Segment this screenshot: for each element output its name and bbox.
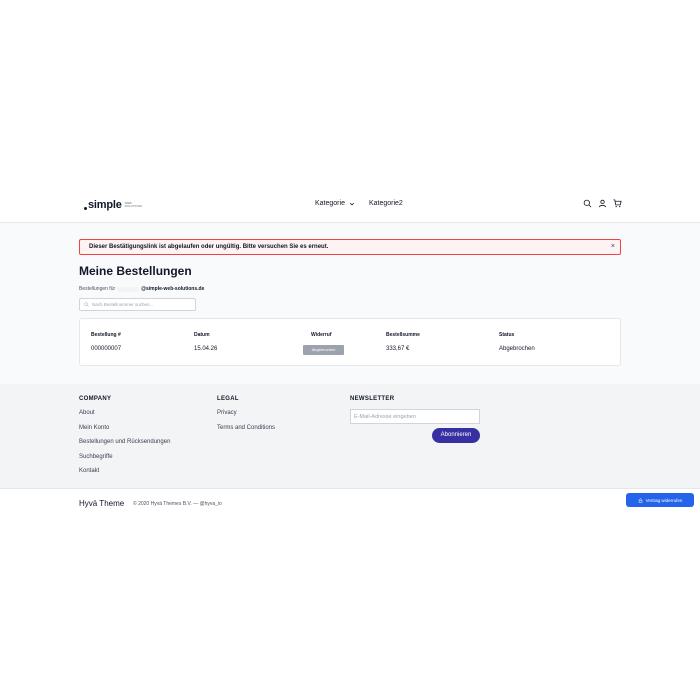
footer-link-contact[interactable]: Kontakt [79,468,99,474]
subscribe-button[interactable]: Abonnieren [432,428,480,443]
copyright-text: © 2020 Hyvä Themes B.V. — @hyva_io [133,501,222,507]
chevron-down-icon [349,202,355,205]
nav-item-kategorie2[interactable]: Kategorie2 [369,200,403,207]
header-icons [583,199,622,208]
orders-for-line: Bestellungen für @simple-web-solutions.d… [79,286,204,292]
footer-link-terms[interactable]: Terms and Conditions [217,425,275,431]
logo-sub-line2: solutions [124,204,142,208]
brand-name: Hyvä Theme [79,499,125,508]
withdraw-label: Vertrag widerrufen [645,497,683,503]
search-icon[interactable] [583,199,592,208]
site-footer: COMPANY About Mein Konto Bestellungen un… [0,384,700,488]
order-date: 15.04.26 [194,346,218,352]
column-header-order: Bestellung # [91,332,121,338]
order-search [79,298,196,311]
column-header-status: Status [499,332,515,338]
footer-link-about[interactable]: About [79,410,95,416]
alert-message: Dieser Bestätigungslink ist abgelaufen o… [89,244,329,250]
column-header-total: Bestellsumme [386,332,420,338]
nav-item-label: Kategorie [315,200,345,207]
footer-link-orders-returns[interactable]: Bestellungen und Rücksendungen [79,439,170,445]
footer-legal-title: LEGAL [217,396,239,402]
cart-icon[interactable] [613,199,622,208]
orders-table: Bestellung # Datum Widerruf Bestellsumme… [79,318,621,366]
footer-bottom-bar: Hyvä Theme © 2020 Hyvä Themes B.V. — @hy… [0,488,700,518]
user-icon[interactable] [598,199,607,208]
logo-dot [84,206,87,210]
logo-word: simple [88,199,122,211]
site-header: simple web solutions Kategorie Kategorie… [0,190,700,223]
error-alert: Dieser Bestätigungslink ist abgelaufen o… [79,239,621,255]
column-header-date: Datum [194,332,210,338]
email-domain: @simple-web-solutions.de [141,286,205,292]
redacted-name [117,286,140,292]
revocation-button[interactable]: Abgebrochen [303,345,344,355]
withdraw-contract-button[interactable]: Vertrag widerrufen [626,493,694,507]
page-title: Meine Bestellungen [79,264,192,278]
footer-newsletter-title: NEWSLETTER [350,396,395,402]
orders-for-label: Bestellungen für [79,286,116,292]
logo-subtitle: web solutions [124,201,142,209]
logo[interactable]: simple web solutions [84,199,142,211]
order-status: Abgebrochen [499,346,535,352]
main-nav: Kategorie Kategorie2 [315,200,403,207]
footer-link-search-terms[interactable]: Suchbegriffe [79,454,113,460]
footer-company-title: COMPANY [79,396,112,402]
column-header-revocation: Widerruf [311,332,332,338]
order-number[interactable]: 000000007 [91,346,121,352]
nav-item-kategorie[interactable]: Kategorie [315,200,355,207]
newsletter-email-input[interactable] [350,409,480,424]
lock-icon [638,498,642,503]
main-content: Dieser Bestätigungslink ist abgelaufen o… [0,223,700,384]
close-icon[interactable]: × [611,243,615,250]
footer-link-account[interactable]: Mein Konto [79,425,109,431]
search-icon [84,302,89,307]
footer-link-privacy[interactable]: Privacy [217,410,237,416]
order-total: 333,67 € [386,346,410,352]
nav-item-label: Kategorie2 [368,200,403,207]
order-search-input[interactable] [92,302,192,307]
